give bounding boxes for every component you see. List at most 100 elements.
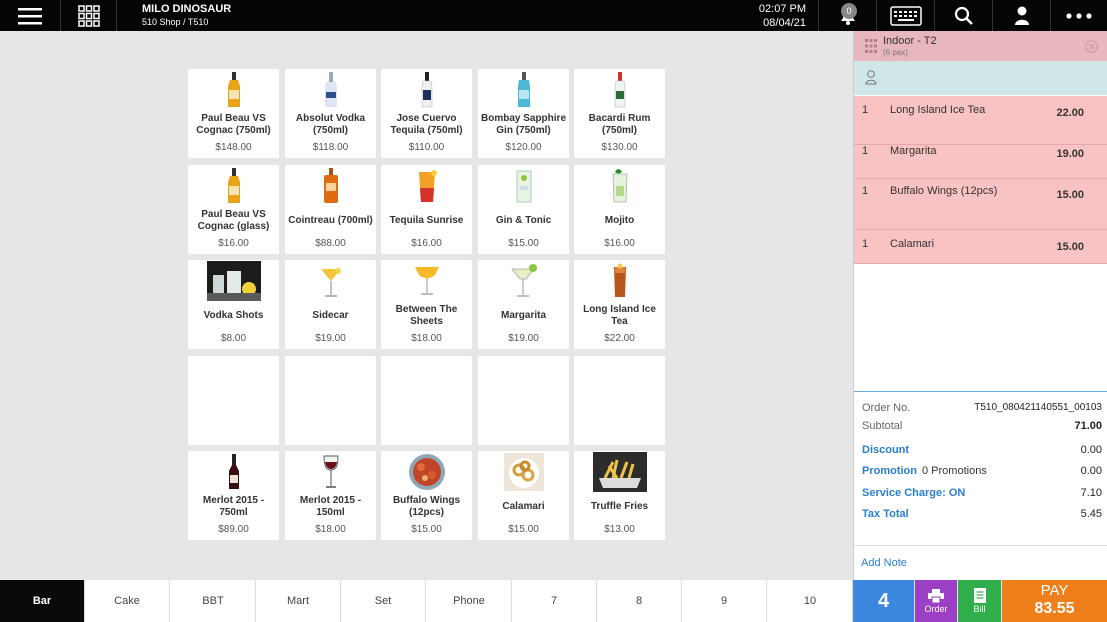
order-line[interactable]: 1 Buffalo Wings (12pcs) 15.00 bbox=[854, 179, 1107, 230]
table-name: Indoor - T2 bbox=[883, 35, 937, 47]
glass-mojito-icon bbox=[574, 167, 665, 205]
service-charge-label[interactable]: Service Charge: ON bbox=[862, 487, 965, 499]
product-tile[interactable]: Absolut Vodka (750ml) $118.00 bbox=[285, 69, 376, 158]
product-price: $16.00 bbox=[604, 238, 635, 249]
category-tab[interactable]: 7 bbox=[512, 580, 597, 622]
order-line-amount: 15.00 bbox=[1056, 241, 1084, 253]
product-name: Sidecar bbox=[312, 310, 349, 321]
clock-time: 02:07 PM bbox=[758, 3, 806, 15]
product-name: Vodka Shots bbox=[203, 310, 264, 321]
bottle-gin-icon bbox=[478, 71, 569, 109]
product-tile[interactable]: Between The Sheets $18.00 bbox=[381, 260, 472, 349]
product-tile[interactable]: Margarita $19.00 bbox=[478, 260, 569, 349]
category-tab[interactable]: Cake bbox=[85, 580, 170, 622]
order-line[interactable]: 1 Long Island Ice Tea 22.00 bbox=[854, 96, 1107, 145]
order-panel: Indoor - T2 (6 pax) 1 Long Island Ice Te… bbox=[853, 31, 1107, 580]
product-name: Calamari bbox=[502, 501, 545, 512]
product-price: $13.00 bbox=[604, 524, 635, 535]
product-tile[interactable]: Merlot 2015 - 750ml $89.00 bbox=[188, 451, 279, 540]
order-line[interactable]: 1 Calamari 15.00 bbox=[854, 230, 1107, 264]
bottle-cognac-icon bbox=[188, 167, 279, 205]
empty-tile[interactable] bbox=[574, 356, 665, 445]
category-tab[interactable]: Bar bbox=[0, 580, 85, 622]
order-button[interactable]: Order bbox=[915, 580, 957, 622]
promotion-label[interactable]: Promotion bbox=[862, 465, 917, 477]
empty-tile[interactable] bbox=[188, 356, 279, 445]
product-name: Paul Beau VS Cognac (750ml) bbox=[196, 113, 271, 136]
product-price: $19.00 bbox=[315, 333, 346, 344]
product-name: Long Island Ice Tea bbox=[583, 304, 656, 327]
order-line[interactable]: 1 Margarita 19.00 bbox=[854, 145, 1107, 179]
shop-title: MILO DINOSAUR bbox=[142, 3, 232, 15]
product-tile[interactable]: Bombay Sapphire Gin (750ml) $120.00 bbox=[478, 69, 569, 158]
category-tab[interactable]: Mart bbox=[256, 580, 341, 622]
product-tile[interactable]: Paul Beau VS Cognac (glass) $16.00 bbox=[188, 165, 279, 254]
product-tile[interactable]: Gin & Tonic $15.00 bbox=[478, 165, 569, 254]
notification-button[interactable]: 0 bbox=[818, 0, 876, 31]
keyboard-button[interactable] bbox=[876, 0, 934, 31]
category-tab[interactable]: 10 bbox=[768, 580, 853, 622]
keyboard-icon bbox=[889, 5, 922, 26]
product-tile[interactable]: Truffle Fries $13.00 bbox=[574, 451, 665, 540]
empty-tile[interactable] bbox=[285, 356, 376, 445]
service-charge-value: 7.10 bbox=[1080, 487, 1102, 499]
category-tab[interactable]: Set bbox=[341, 580, 426, 622]
order-line-name: Margarita bbox=[890, 145, 937, 157]
table-pax: (6 pax) bbox=[883, 48, 908, 57]
category-tab[interactable]: Phone bbox=[427, 580, 512, 622]
product-name: Mojito bbox=[604, 215, 635, 226]
top-bar: MILO DINOSAUR 510 Shop / T510 02:07 PM 0… bbox=[0, 0, 1107, 31]
empty-tile[interactable] bbox=[478, 356, 569, 445]
item-count-button[interactable]: 4 bbox=[853, 580, 914, 622]
product-tile[interactable]: Merlot 2015 - 150ml $18.00 bbox=[285, 451, 376, 540]
product-tile[interactable]: Sidecar $19.00 bbox=[285, 260, 376, 349]
order-line-name: Buffalo Wings (12pcs) bbox=[890, 185, 998, 197]
discount-value: 0.00 bbox=[1080, 444, 1102, 456]
product-price: $19.00 bbox=[508, 333, 539, 344]
add-note-link[interactable]: Add Note bbox=[861, 557, 907, 569]
order-line-amount: 22.00 bbox=[1056, 107, 1084, 119]
bottle-rum-icon bbox=[574, 71, 665, 109]
pay-button[interactable]: PAY 83.55 bbox=[1002, 580, 1107, 622]
user-button[interactable] bbox=[992, 0, 1050, 31]
glass-sidecar-icon bbox=[285, 262, 376, 300]
product-tile[interactable]: Paul Beau VS Cognac (750ml) $148.00 bbox=[188, 69, 279, 158]
product-price: $88.00 bbox=[315, 238, 346, 249]
category-tab[interactable]: BBT bbox=[171, 580, 256, 622]
product-name: Buffalo Wings (12pcs) bbox=[392, 495, 461, 518]
glass-wine-icon bbox=[285, 453, 376, 491]
close-icon[interactable] bbox=[1085, 40, 1098, 53]
order-line-qty: 1 bbox=[862, 238, 869, 250]
clock-date: 08/04/21 bbox=[763, 17, 806, 29]
order-line-amount: 19.00 bbox=[1056, 148, 1084, 160]
product-tile[interactable]: Cointreau (700ml) $88.00 bbox=[285, 165, 376, 254]
product-tile[interactable]: Calamari $15.00 bbox=[478, 451, 569, 540]
product-name: Merlot 2015 - 750ml bbox=[202, 495, 265, 518]
bottle-cognac-icon bbox=[188, 71, 279, 109]
discount-label[interactable]: Discount bbox=[862, 444, 909, 456]
product-price: $130.00 bbox=[601, 142, 638, 153]
product-tile[interactable]: Bacardi Rum (750ml) $130.00 bbox=[574, 69, 665, 158]
product-tile[interactable]: Long Island Ice Tea $22.00 bbox=[574, 260, 665, 349]
empty-tile[interactable] bbox=[381, 356, 472, 445]
apps-grid-button[interactable] bbox=[62, 0, 117, 31]
tax-label[interactable]: Tax Total bbox=[862, 508, 909, 520]
search-button[interactable] bbox=[934, 0, 992, 31]
menu-button[interactable] bbox=[0, 0, 61, 31]
product-tile[interactable]: Jose Cuervo Tequila (750ml) $110.00 bbox=[381, 69, 472, 158]
bill-button[interactable]: Bill bbox=[958, 580, 1001, 622]
table-header[interactable]: Indoor - T2 (6 pax) bbox=[854, 31, 1107, 61]
product-tile[interactable]: Buffalo Wings (12pcs) $15.00 bbox=[381, 451, 472, 540]
product-tile[interactable]: Vodka Shots $8.00 bbox=[188, 260, 279, 349]
subtotal-label: Subtotal bbox=[862, 420, 903, 432]
product-tile[interactable]: Mojito $16.00 bbox=[574, 165, 665, 254]
product-tile[interactable]: Tequila Sunrise $16.00 bbox=[381, 165, 472, 254]
bottle-cointreau-icon bbox=[285, 167, 376, 205]
more-button[interactable] bbox=[1050, 0, 1107, 31]
subtotal-value: 71.00 bbox=[1074, 420, 1102, 432]
bottle-wine-icon bbox=[188, 453, 279, 491]
customer-row[interactable] bbox=[854, 61, 1107, 95]
user-icon bbox=[1014, 6, 1029, 25]
category-tab[interactable]: 8 bbox=[597, 580, 682, 622]
category-tab[interactable]: 9 bbox=[682, 580, 767, 622]
